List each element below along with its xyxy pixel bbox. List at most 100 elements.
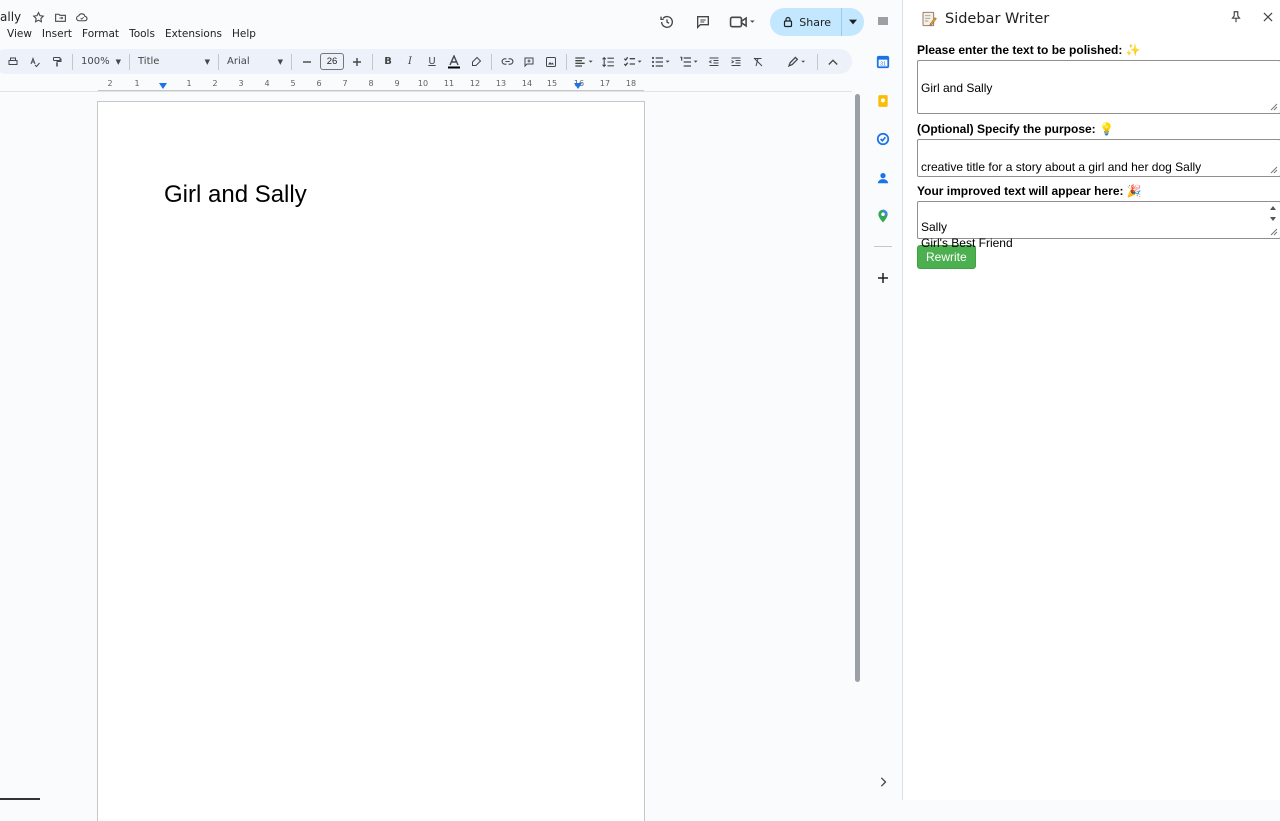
ruler-number: 8 [368, 79, 374, 88]
ruler-number: 1 [134, 79, 140, 88]
print-icon[interactable] [2, 51, 24, 73]
bulleted-list-icon[interactable] [647, 51, 675, 73]
document-heading[interactable]: Girl and Sally [164, 181, 307, 209]
sidebar-body: Please enter the text to be polished: ✨ … [917, 43, 1280, 269]
link-icon[interactable] [496, 51, 518, 73]
sidebar-title: Sidebar Writer [945, 11, 1050, 27]
increase-indent-icon[interactable] [725, 51, 747, 73]
share-label: Share [799, 15, 831, 29]
memo-icon [921, 11, 937, 27]
italic-icon[interactable]: I [399, 51, 421, 73]
menu-insert[interactable]: Insert [37, 28, 77, 41]
align-icon[interactable] [571, 51, 597, 73]
right-indent-marker[interactable] [574, 83, 582, 89]
ruler-number: 3 [238, 79, 244, 88]
checklist-icon[interactable] [619, 51, 647, 73]
menu-view[interactable]: View [2, 28, 37, 41]
clear-formatting-icon[interactable] [747, 51, 769, 73]
numbered-list-icon[interactable] [675, 51, 703, 73]
highlight-icon[interactable] [465, 51, 487, 73]
editing-mode-icon[interactable] [783, 51, 813, 73]
font-size-input[interactable]: 26 [320, 53, 344, 70]
ruler-number: 9 [394, 79, 400, 88]
toolbar-divider [817, 53, 818, 70]
calendar-icon[interactable]: 31 [873, 52, 893, 72]
purpose-label: (Optional) Specify the purpose: 💡 [917, 122, 1114, 136]
font-value: Arial [227, 56, 250, 67]
docs-header: ally View Insert Format Tools Extensions… [0, 0, 864, 44]
comments-icon[interactable] [690, 9, 716, 35]
output-scroll-arrows-icon[interactable] [1268, 204, 1278, 226]
star-icon[interactable] [30, 9, 46, 25]
menu-bar: View Insert Format Tools Extensions Help [2, 28, 261, 41]
sidebar-writer-panel: Sidebar Writer Please enter the text to … [902, 0, 1280, 800]
decrease-font-size-icon[interactable] [296, 51, 318, 73]
decrease-indent-icon[interactable] [703, 51, 725, 73]
zoom-select[interactable]: 100% ▼ [77, 51, 125, 73]
formatting-toolbar: 100% ▼ Title ▼ Arial ▼ 26 B I U [0, 49, 852, 74]
resize-grip-icon[interactable] [1270, 103, 1278, 111]
share-main[interactable]: Share [770, 8, 842, 36]
menu-format[interactable]: Format [77, 28, 124, 41]
pin-icon[interactable] [1229, 10, 1245, 26]
menu-tools[interactable]: Tools [124, 28, 160, 41]
keep-icon[interactable] [873, 91, 893, 111]
text-to-polish-textarea[interactable]: Girl and Sally [917, 60, 1280, 114]
document-scrollbar[interactable] [855, 94, 860, 682]
toolbar-divider [218, 53, 219, 70]
resize-grip-icon[interactable] [1270, 166, 1278, 174]
calendar-mini-icon[interactable] [873, 11, 893, 31]
meet-video-icon[interactable] [726, 9, 760, 35]
caret-down-icon: ▼ [115, 57, 121, 66]
insert-image-icon[interactable] [540, 51, 562, 73]
spellcheck-icon[interactable] [24, 51, 46, 73]
maps-icon[interactable] [873, 206, 893, 226]
rail-divider [874, 246, 892, 247]
add-comment-icon[interactable] [518, 51, 540, 73]
cloud-status-icon[interactable] [74, 9, 90, 25]
share-button[interactable]: Share [770, 8, 864, 36]
title-icons [30, 9, 90, 25]
output-label: Your improved text will appear here: 🎉 [917, 184, 1142, 198]
close-icon[interactable] [1261, 10, 1277, 26]
purpose-textarea[interactable]: creative title for a story about a girl … [917, 139, 1280, 177]
paint-format-icon[interactable] [46, 51, 68, 73]
toolbar-divider [129, 53, 130, 70]
ruler-number: 7 [342, 79, 348, 88]
line-spacing-icon[interactable] [597, 51, 619, 73]
tasks-icon[interactable] [873, 129, 893, 149]
caret-down-icon: ▼ [277, 57, 283, 66]
toolbar-divider [491, 53, 492, 70]
ruler-number: 14 [521, 79, 533, 88]
ruler-number: 18 [625, 79, 637, 88]
underline-icon[interactable]: U [421, 51, 443, 73]
ruler-number: 1 [186, 79, 192, 88]
resize-grip-icon[interactable] [1270, 228, 1278, 236]
contacts-icon[interactable] [873, 168, 893, 188]
add-addon-icon[interactable] [873, 268, 893, 288]
menu-extensions[interactable]: Extensions [160, 28, 227, 41]
text-to-polish-value: Girl and Sally [921, 81, 993, 95]
font-select[interactable]: Arial ▼ [223, 51, 287, 73]
share-dropdown-icon[interactable] [842, 8, 864, 36]
bold-icon[interactable]: B [377, 51, 399, 73]
zoom-value: 100% [81, 56, 110, 67]
ruler-number: 5 [290, 79, 296, 88]
ruler-number: 6 [316, 79, 322, 88]
left-indent-marker[interactable] [159, 83, 167, 89]
side-panel-rail: 31 [864, 0, 902, 800]
version-history-icon[interactable] [654, 9, 680, 35]
move-folder-icon[interactable] [52, 9, 68, 25]
ruler-number: 10 [417, 79, 429, 88]
text-color-icon[interactable] [443, 51, 465, 73]
document-page[interactable]: Girl and Sally [97, 101, 645, 821]
style-select[interactable]: Title ▼ [134, 51, 214, 73]
increase-font-size-icon[interactable] [346, 51, 368, 73]
document-title[interactable]: ally [0, 10, 21, 24]
menu-help[interactable]: Help [227, 28, 261, 41]
improved-text-output[interactable]: Sally Girl's Best Friend [917, 201, 1280, 250]
expand-rail-icon[interactable] [873, 772, 893, 792]
horizontal-ruler[interactable]: 2 1 1 2 3 4 5 6 7 8 9 10 11 12 13 14 15 … [98, 79, 644, 91]
improved-text-value: Sally Girl's Best Friend [921, 220, 1013, 250]
hide-menus-icon[interactable] [822, 51, 844, 73]
